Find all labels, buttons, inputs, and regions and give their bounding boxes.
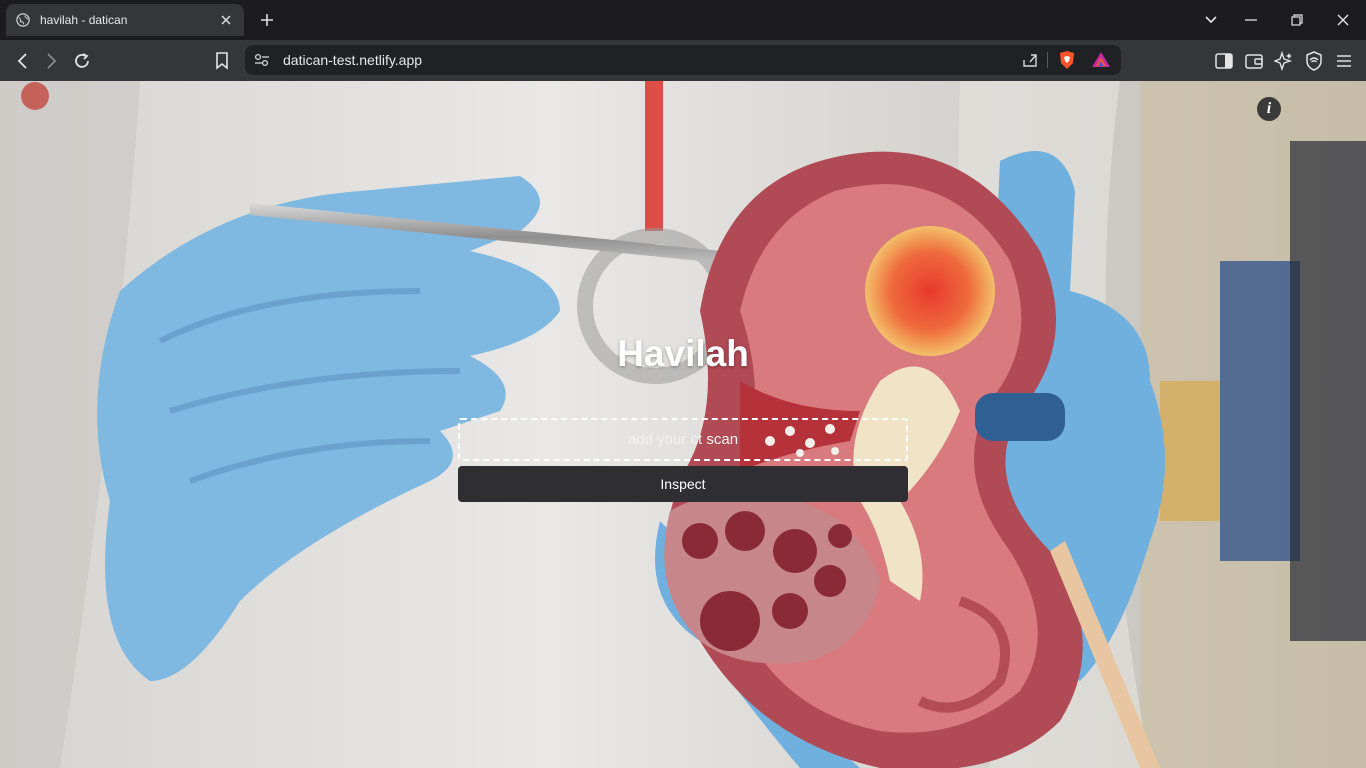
- url-text: datican-test.netlify.app: [283, 52, 423, 68]
- reload-button[interactable]: [69, 48, 95, 74]
- page-title: Havilah: [617, 333, 749, 374]
- address-bar[interactable]: datican-test.netlify.app: [245, 45, 1121, 75]
- globe-icon: [16, 13, 30, 27]
- back-button[interactable]: [9, 48, 35, 74]
- wallet-icon[interactable]: [1241, 48, 1267, 74]
- inspect-button[interactable]: Inspect: [458, 466, 908, 502]
- vpn-shield-icon[interactable]: [1301, 48, 1327, 74]
- tab-search-chevron-icon[interactable]: [1199, 8, 1223, 32]
- tab-title: havilah - datican: [40, 13, 128, 27]
- menu-icon[interactable]: [1331, 48, 1357, 74]
- browser-toolbar: datican-test.netlify.app: [0, 40, 1366, 81]
- upload-placeholder: add your ct scan: [627, 431, 739, 448]
- share-icon[interactable]: [1021, 52, 1039, 68]
- brave-rewards-icon[interactable]: [1091, 51, 1111, 69]
- info-icon[interactable]: i: [1257, 97, 1281, 121]
- close-tab-icon[interactable]: [218, 12, 234, 28]
- leo-ai-icon[interactable]: [1271, 48, 1297, 74]
- new-tab-button[interactable]: [256, 9, 278, 31]
- sidebar-icon[interactable]: [1211, 48, 1237, 74]
- forward-button[interactable]: [39, 48, 65, 74]
- divider: [1047, 52, 1048, 68]
- close-window-button[interactable]: [1331, 8, 1355, 32]
- tab-strip: havilah - datican: [0, 0, 1366, 40]
- bookmark-icon[interactable]: [209, 48, 235, 74]
- site-settings-icon[interactable]: [254, 53, 270, 67]
- brave-shields-icon[interactable]: [1058, 50, 1076, 70]
- page-viewport: i Havilah add your ct scan Inspect: [0, 81, 1366, 768]
- minimize-button[interactable]: [1239, 8, 1263, 32]
- tab-havilah[interactable]: havilah - datican: [6, 4, 244, 36]
- restore-button[interactable]: [1285, 8, 1309, 32]
- ct-scan-upload-dropzone[interactable]: add your ct scan: [458, 418, 908, 461]
- info-icon-glyph: i: [1266, 100, 1272, 117]
